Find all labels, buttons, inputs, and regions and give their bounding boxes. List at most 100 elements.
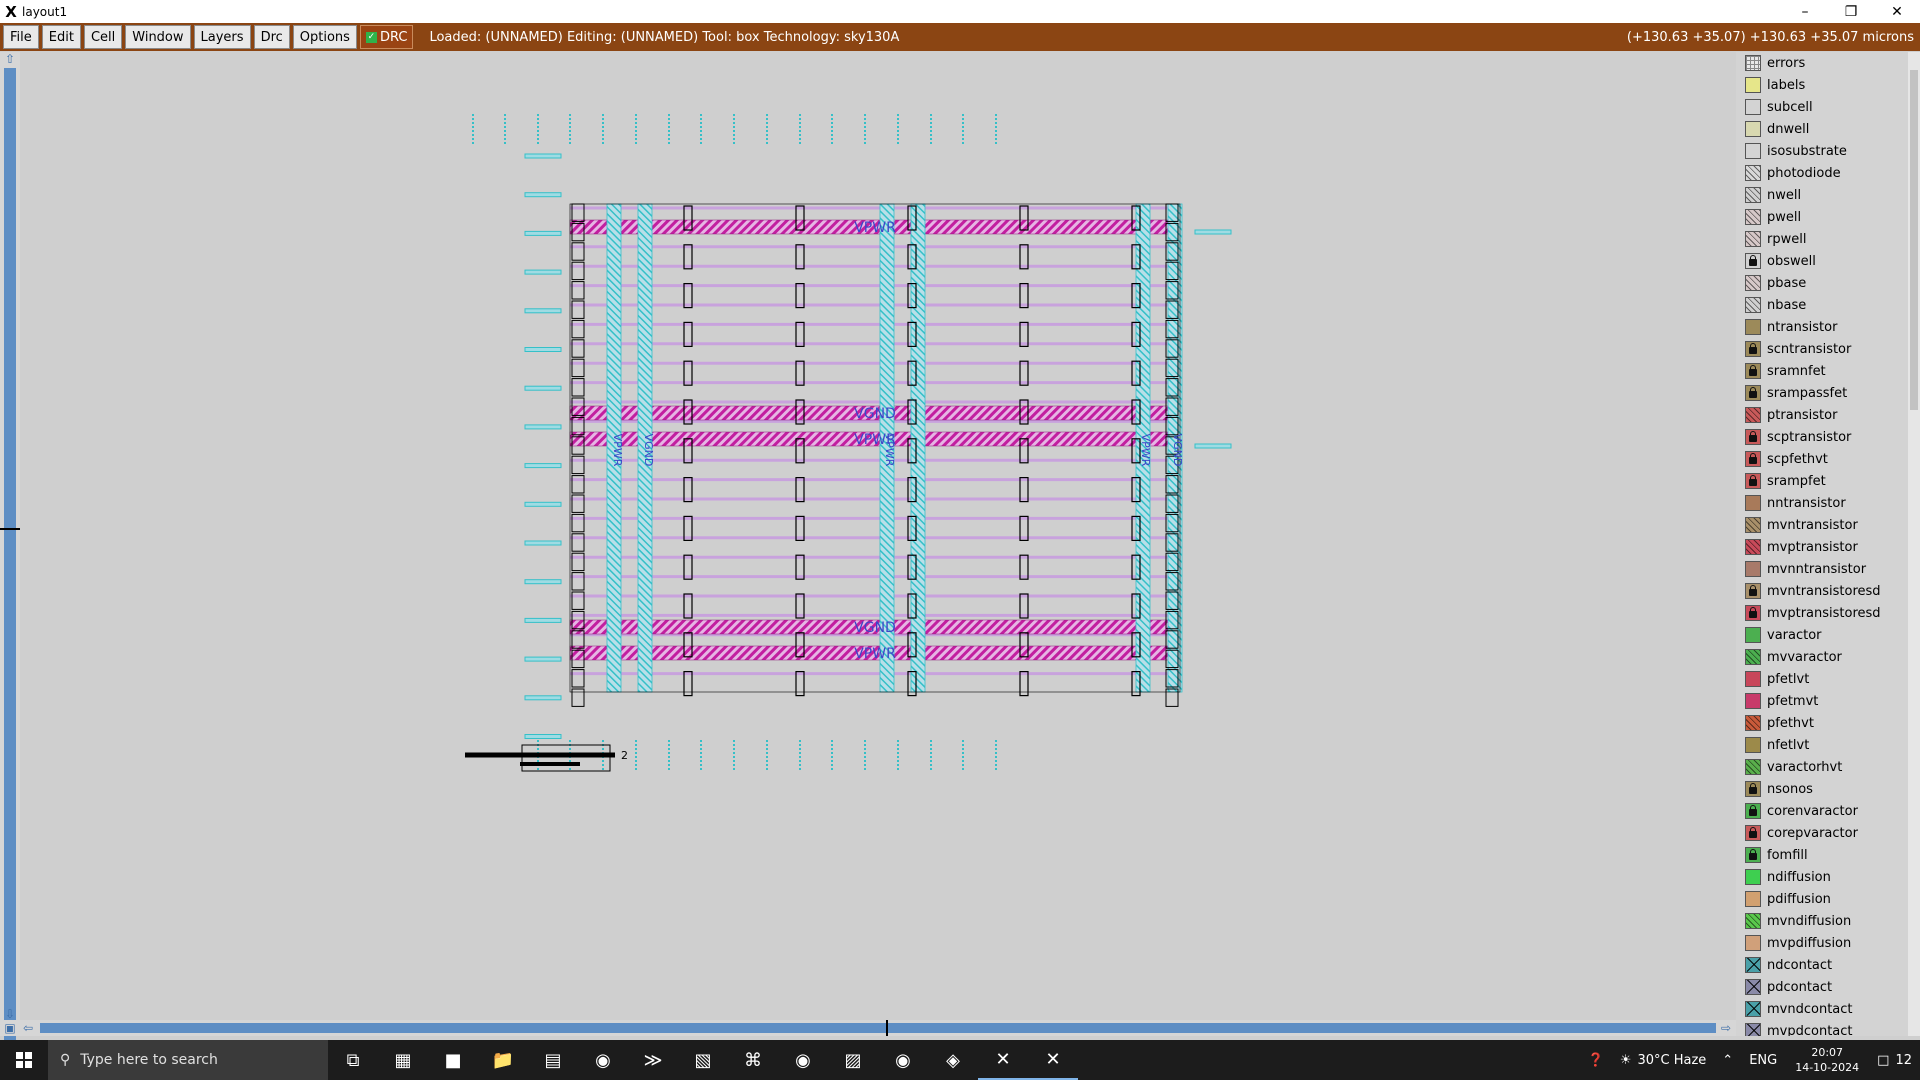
layout-drawing[interactable]: 2VPWRVGNDVPWRVGNDVPWRVPWR VGND VPWR VPWR VGN…	[20, 52, 1736, 1022]
layer-srampfet[interactable]: srampfet	[1736, 470, 1908, 492]
layer-nbase[interactable]: nbase	[1736, 294, 1908, 316]
image-viewer-icon[interactable]: ▨	[828, 1040, 878, 1080]
menu-layers[interactable]: Layers	[193, 25, 251, 49]
taskbar-search[interactable]: ⚲ Type here to search	[48, 1040, 328, 1080]
layer-corenvaractor[interactable]: corenvaractor	[1736, 800, 1908, 822]
app-icon[interactable]: ■	[428, 1040, 478, 1080]
layer-corepvaractor[interactable]: corepvaractor	[1736, 822, 1908, 844]
layer-mvntransistoresd[interactable]: mvntransistoresd	[1736, 580, 1908, 602]
minimize-icon[interactable]: –	[1782, 4, 1828, 20]
notification-icon[interactable]: □ 12	[1869, 1053, 1920, 1068]
xserver-icon[interactable]: ✕	[1028, 1040, 1078, 1080]
menu-cell[interactable]: Cell	[83, 25, 123, 49]
drc-toggle[interactable]: ✓ DRC	[359, 25, 414, 49]
terminal-icon[interactable]: ▤	[528, 1040, 578, 1080]
linux-icon[interactable]: ◈	[928, 1040, 978, 1080]
menu-window[interactable]: Window	[125, 25, 191, 49]
scroll-track[interactable]	[4, 68, 16, 1058]
left-pin-stub	[524, 153, 562, 159]
layer-mvndiffusion[interactable]: mvndiffusion	[1736, 910, 1908, 932]
windows-start-icon[interactable]	[0, 1040, 48, 1080]
layer-mvnntransistor[interactable]: mvnntransistor	[1736, 558, 1908, 580]
acrobat-icon[interactable]: ⌘	[728, 1040, 778, 1080]
layer-scroll-thumb[interactable]	[1910, 70, 1918, 410]
layer-pfetmvt[interactable]: pfetmvt	[1736, 690, 1908, 712]
calculator-icon[interactable]: ▦	[378, 1040, 428, 1080]
chrome-icon[interactable]: ◉	[578, 1040, 628, 1080]
layer-labels[interactable]: labels	[1736, 74, 1908, 96]
scroll-thumb[interactable]	[0, 528, 20, 530]
layer-mvptransistoresd[interactable]: mvptransistoresd	[1736, 602, 1908, 624]
layer-photodiode[interactable]: photodiode	[1736, 162, 1908, 184]
scroll-corner-icon[interactable]: ▣	[2, 1020, 18, 1036]
layer-obswell[interactable]: obswell	[1736, 250, 1908, 272]
scroll-up-arrow-icon[interactable]: ⇧	[2, 52, 18, 66]
layer-scntransistor[interactable]: scntransistor	[1736, 338, 1908, 360]
layer-pbase[interactable]: pbase	[1736, 272, 1908, 294]
layer-swatch-icon	[1745, 407, 1761, 423]
layer-varactorhvt[interactable]: varactorhvt	[1736, 756, 1908, 778]
layer-pdcontact[interactable]: pdcontact	[1736, 976, 1908, 998]
layer-dnwell[interactable]: dnwell	[1736, 118, 1908, 140]
layer-errors[interactable]: errors	[1736, 52, 1908, 74]
layer-mvntransistor[interactable]: mvntransistor	[1736, 514, 1908, 536]
layer-mvptransistor[interactable]: mvptransistor	[1736, 536, 1908, 558]
vertical-scrollbar[interactable]: ⇧ ⇩	[0, 52, 20, 1058]
scroll-right-arrow-icon[interactable]: ⇨	[1718, 1020, 1734, 1036]
layer-pfetlvt[interactable]: pfetlvt	[1736, 668, 1908, 690]
menu-file[interactable]: File	[3, 25, 39, 49]
close-icon[interactable]: ✕	[1874, 4, 1920, 20]
layer-scptransistor[interactable]: scptransistor	[1736, 426, 1908, 448]
layer-mvpdiffusion[interactable]: mvpdiffusion	[1736, 932, 1908, 954]
layer-rpwell[interactable]: rpwell	[1736, 228, 1908, 250]
layer-palette-scrollbar[interactable]	[1908, 52, 1920, 1036]
menu-edit[interactable]: Edit	[41, 25, 81, 49]
menu-options[interactable]: Options	[292, 25, 357, 49]
hscroll-thumb[interactable]	[886, 1020, 888, 1036]
layer-nfetlvt[interactable]: nfetlvt	[1736, 734, 1908, 756]
drc-label: DRC	[379, 29, 408, 45]
tray-expand-icon[interactable]: ⌃	[1714, 1053, 1741, 1068]
layer-isosubstrate[interactable]: isosubstrate	[1736, 140, 1908, 162]
layer-ntransistor[interactable]: ntransistor	[1736, 316, 1908, 338]
powershell-icon[interactable]: ≫	[628, 1040, 678, 1080]
chrome-icon[interactable]: ◉	[778, 1040, 828, 1080]
layout-canvas[interactable]: 2 VPWR VGND VPWR VGND VPWR VPWR VGND VPWR VPWR VGN…	[20, 52, 1736, 1022]
xserver-icon[interactable]: ✕	[978, 1040, 1028, 1080]
layer-mvvaractor[interactable]: mvvaractor	[1736, 646, 1908, 668]
layer-ndcontact[interactable]: ndcontact	[1736, 954, 1908, 976]
scroll-down-arrow-icon[interactable]: ⇩	[2, 1007, 18, 1021]
layer-mvpdcontact[interactable]: mvpdcontact	[1736, 1020, 1908, 1036]
layer-varactor[interactable]: varactor	[1736, 624, 1908, 646]
layer-nwell[interactable]: nwell	[1736, 184, 1908, 206]
scroll-left-arrow-icon[interactable]: ⇦	[20, 1020, 36, 1036]
layer-ptransistor[interactable]: ptransistor	[1736, 404, 1908, 426]
layer-srampassfet[interactable]: srampassfet	[1736, 382, 1908, 404]
layer-subcell[interactable]: subcell	[1736, 96, 1908, 118]
layer-nntransistor[interactable]: nntransistor	[1736, 492, 1908, 514]
restore-icon[interactable]: ❐	[1828, 4, 1874, 20]
hscroll-track[interactable]	[40, 1023, 1716, 1033]
layer-pdiffusion[interactable]: pdiffusion	[1736, 888, 1908, 910]
system-tray: ❓ ☀ 30°C Haze ⌃ ENG 20:07 14-10-2024 □ 1…	[1580, 1040, 1920, 1080]
notepad-icon[interactable]: ▧	[678, 1040, 728, 1080]
layer-fomfill[interactable]: fomfill	[1736, 844, 1908, 866]
weather-widget[interactable]: ☀ 30°C Haze	[1612, 1053, 1714, 1068]
language-indicator[interactable]: ENG	[1741, 1053, 1785, 1068]
horizontal-scrollbar[interactable]: ▣ ⇦ ⇨	[0, 1020, 1736, 1036]
layer-mvndcontact[interactable]: mvndcontact	[1736, 998, 1908, 1020]
task-view-icon[interactable]: ⧉	[328, 1040, 378, 1080]
layer-scpfethvt[interactable]: scpfethvt	[1736, 448, 1908, 470]
layer-pfethvt[interactable]: pfethvt	[1736, 712, 1908, 734]
help-icon[interactable]: ❓	[1580, 1053, 1612, 1068]
menu-drc[interactable]: Drc	[253, 25, 290, 49]
file-explorer-icon[interactable]: 📁	[478, 1040, 528, 1080]
layer-ndiffusion[interactable]: ndiffusion	[1736, 866, 1908, 888]
layer-label: labels	[1767, 77, 1806, 93]
chrome-icon[interactable]: ◉	[878, 1040, 928, 1080]
layer-nsonos[interactable]: nsonos	[1736, 778, 1908, 800]
layer-swatch-icon	[1745, 451, 1761, 467]
layer-pwell[interactable]: pwell	[1736, 206, 1908, 228]
layer-sramnfet[interactable]: sramnfet	[1736, 360, 1908, 382]
clock[interactable]: 20:07 14-10-2024	[1785, 1045, 1869, 1075]
